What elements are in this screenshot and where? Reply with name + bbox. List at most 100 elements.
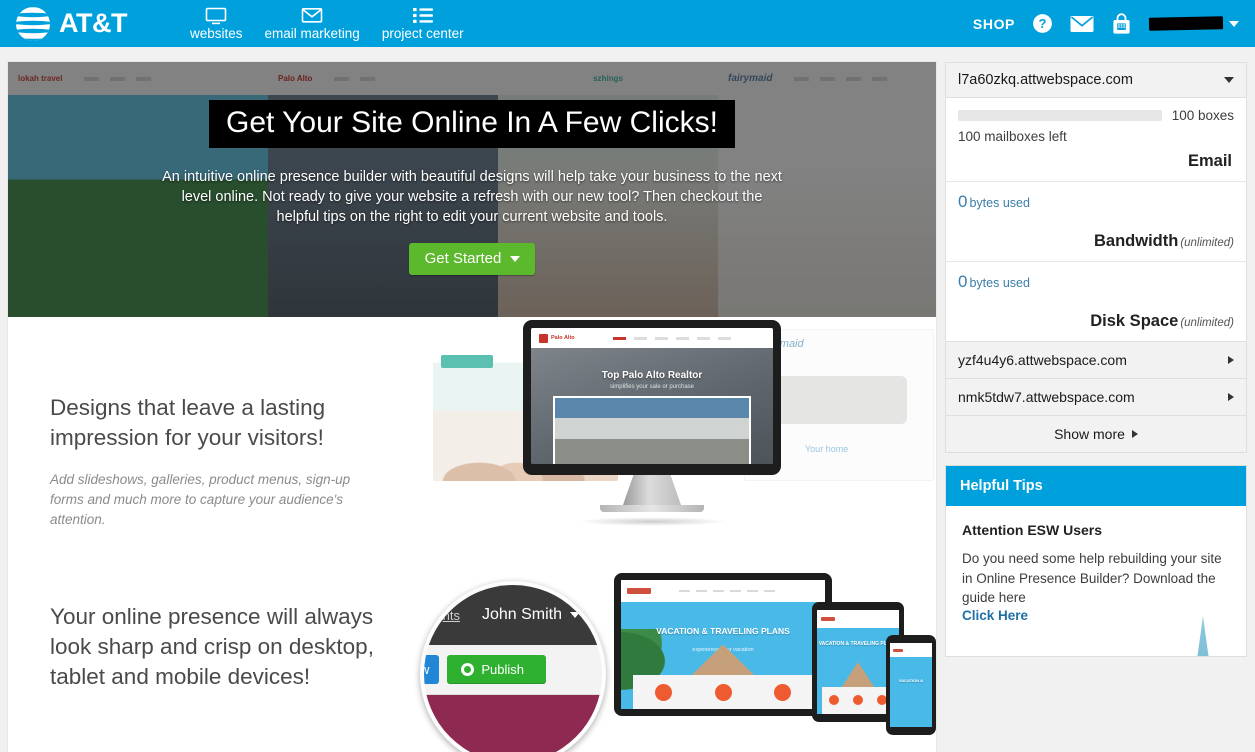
feature-designs-text: Designs that leave a lasting impression … <box>50 393 380 530</box>
chevron-down-icon <box>570 612 580 618</box>
nav-item-websites[interactable]: websites <box>179 6 254 41</box>
show-more-button[interactable]: Show more <box>945 416 1247 453</box>
svg-text:?: ? <box>1039 16 1047 31</box>
editor-user-label[interactable]: John Smith <box>482 606 562 624</box>
monitor-shadow <box>577 517 727 526</box>
metric-email-title-row: Email <box>958 152 1234 171</box>
device-card-icon <box>774 683 792 701</box>
desktop-monitor-mockup: fairymaid Your home Palo Alto Top Palo A… <box>423 317 936 562</box>
device-group: VACATION & TRAVELING PLANS experience yo… <box>614 567 936 752</box>
hero-banner: lokah travel Palo Alto szhings <box>8 62 936 317</box>
monitor-site-logo: Palo Alto <box>539 333 575 343</box>
ghost-right-logo: fairymaid <box>759 338 804 350</box>
other-domains-list: yzf4u4y6.attwebspace.com nmk5tdw7.attweb… <box>945 342 1247 453</box>
domain-row-yzf4u4y6[interactable]: yzf4u4y6.attwebspace.com <box>945 342 1247 379</box>
device-icon-row <box>821 686 895 714</box>
show-more-label: Show more <box>1054 426 1125 442</box>
helpful-tips-text: Do you need some help rebuilding your si… <box>962 551 1222 605</box>
chevron-right-icon <box>1131 430 1138 438</box>
sidebar: l7a60zkq.attwebspace.com 100 boxes 100 m… <box>945 62 1247 657</box>
nav-label-websites: websites <box>189 26 243 41</box>
feature-designs-body: Add slideshows, galleries, product menus… <box>50 472 351 527</box>
device-card-icon <box>654 683 672 701</box>
main-content-panel: lokah travel Palo Alto szhings <box>8 62 936 752</box>
metric-disk-note: (unlimited) <box>1180 317 1234 329</box>
primary-domain-card: l7a60zkq.attwebspace.com 100 boxes 100 m… <box>945 62 1247 342</box>
feature-designs: Designs that leave a lasting impression … <box>8 317 936 577</box>
metric-bandwidth-title: Bandwidth <box>1093 232 1179 250</box>
envelope-icon <box>301 6 323 25</box>
editor-publish-label: Publish <box>481 662 525 677</box>
user-account-menu[interactable] <box>1148 16 1239 31</box>
monitor-icon <box>205 6 227 25</box>
chevron-down-icon <box>1224 77 1234 83</box>
device-icon-row <box>633 675 813 709</box>
helpful-tips-header: Helpful Tips <box>946 466 1246 506</box>
mail-icon[interactable] <box>1070 15 1094 33</box>
responsive-devices-mockup: nts John Smith w Publish VACATION & TRAV… <box>408 567 936 752</box>
editor-magnifier: nts John Smith w Publish <box>420 581 606 752</box>
metric-disk-title: Disk Space <box>1090 312 1179 330</box>
metric-bandwidth-title-row: Bandwidth (unlimited) <box>958 232 1234 251</box>
monitor-stand-base <box>600 505 704 512</box>
device-tablet-navbar <box>817 610 899 628</box>
helpful-tips-link[interactable]: Click Here <box>962 608 1230 623</box>
nav-label-email-marketing: email marketing <box>264 26 360 41</box>
metric-bandwidth: 0 bytes used Bandwidth (unlimited) <box>946 182 1246 262</box>
device-site-logo <box>821 616 835 621</box>
page-body: lokah travel Palo Alto szhings <box>0 47 1255 752</box>
monitor-bezel: Palo Alto Top Palo Alto Realtor simplifi… <box>523 320 781 475</box>
list-icon <box>412 6 433 25</box>
disk-usage-label: bytes used <box>969 276 1030 290</box>
device-desktop-hero-title: VACATION & TRAVELING PLANS <box>656 626 790 637</box>
helpful-tips-card: Helpful Tips Attention ESW Users Do you … <box>945 465 1247 657</box>
feature-designs-heading: Designs that leave a lasting impression … <box>50 395 326 450</box>
primary-domain-selector[interactable]: l7a60zkq.attwebspace.com <box>946 63 1246 98</box>
domain-name: yzf4u4y6.attwebspace.com <box>958 352 1127 368</box>
nav-item-project-center[interactable]: project center <box>371 6 475 41</box>
domain-row-nmk5tdw7[interactable]: nmk5tdw7.attwebspace.com <box>945 379 1247 416</box>
monitor-screen: Palo Alto Top Palo Alto Realtor simplifi… <box>531 328 773 464</box>
username-redacted <box>1148 16 1224 31</box>
nav-right-group: SHOP ? <box>973 12 1239 35</box>
device-site-logo <box>893 648 903 652</box>
primary-domain-name: l7a60zkq.attwebspace.com <box>958 72 1133 88</box>
metric-bandwidth-note: (unlimited) <box>1180 237 1234 249</box>
editor-toolbar: w Publish <box>424 645 602 695</box>
get-started-button[interactable]: Get Started <box>408 243 536 275</box>
top-navigation-bar: AT&T websites email marketing project ce… <box>0 0 1255 47</box>
editor-publish-button[interactable]: Publish <box>447 655 547 684</box>
device-phone: VACATION & <box>886 635 936 735</box>
chevron-down-icon <box>1229 20 1239 27</box>
hero-subtitle: An intuitive online presence builder wit… <box>162 169 782 225</box>
domain-name: nmk5tdw7.attwebspace.com <box>958 389 1135 405</box>
nav-item-email-marketing[interactable]: email marketing <box>254 6 371 41</box>
feature-responsive: Your online presence will always look sh… <box>8 573 936 752</box>
metric-disk-title-row: Disk Space (unlimited) <box>958 312 1234 331</box>
hero-content: Get Your Site Online In A Few Clicks! An… <box>8 62 936 317</box>
ghost-right-heading: Your home <box>805 444 849 454</box>
chevron-right-icon <box>1228 393 1234 401</box>
shop-link[interactable]: SHOP <box>973 16 1015 32</box>
device-site-menu <box>679 589 775 592</box>
att-logo[interactable]: AT&T <box>14 5 127 43</box>
editor-tab-label[interactable]: nts <box>443 608 460 623</box>
editor-canvas <box>424 695 602 752</box>
metric-email-bar-row: 100 boxes <box>958 108 1234 123</box>
shopping-bag-icon[interactable] <box>1111 12 1132 35</box>
editor-preview-button[interactable]: w <box>424 655 440 684</box>
helpful-tips-heading: Attention ESW Users <box>962 522 1103 538</box>
help-icon[interactable]: ? <box>1032 13 1053 34</box>
device-phone-hero-title: VACATION & <box>898 678 924 684</box>
device-desktop-screen: VACATION & TRAVELING PLANS experience yo… <box>621 580 825 709</box>
device-site-logo <box>627 587 651 594</box>
device-card-icon <box>714 683 732 701</box>
disk-usage-row: 0 bytes used <box>958 272 1234 292</box>
monitor-hero-subtitle: simplifies your sale or purchase <box>609 384 695 390</box>
device-phone-screen: VACATION & <box>890 643 932 727</box>
disk-usage-value: 0 <box>958 272 968 291</box>
device-desktop-navbar <box>621 580 825 602</box>
mailbox-capacity-label: 100 boxes <box>1171 108 1234 123</box>
helpful-tips-body: Attention ESW Users Do you need some hel… <box>946 506 1246 656</box>
mailbox-remaining-label: 100 mailboxes left <box>958 129 1067 144</box>
